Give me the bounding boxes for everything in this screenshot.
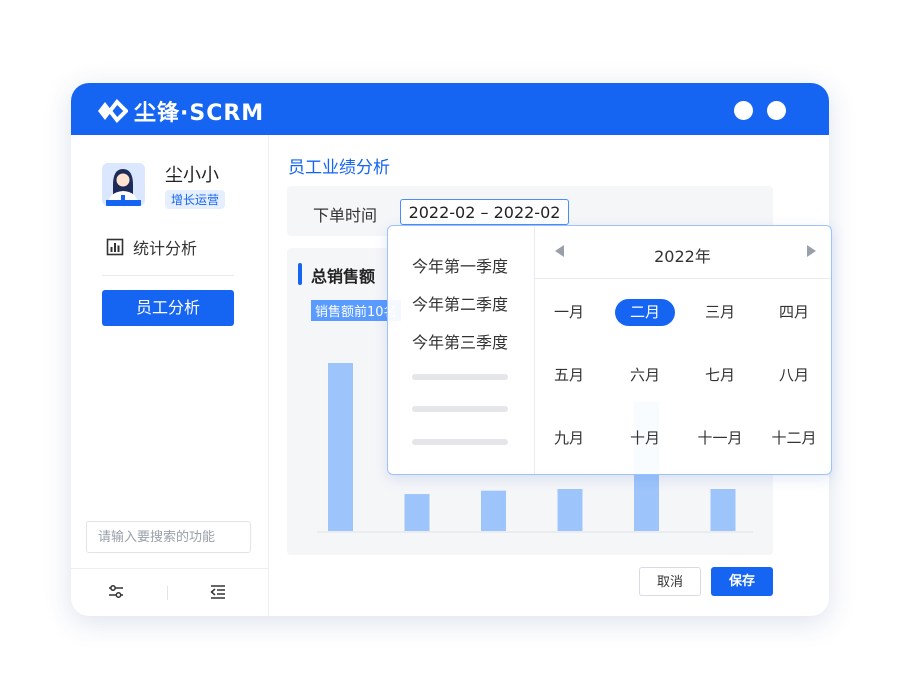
month-option-4[interactable]: 四月 [764,299,824,326]
chart-bar-2[interactable] [404,494,430,531]
chart-bar-6[interactable] [710,489,736,531]
month-option-9[interactable]: 九月 [539,425,599,452]
order-time-label: 下单时间 [313,206,378,225]
chart-bar-1[interactable] [328,363,353,531]
month-option-2[interactable]: 二月 [615,299,675,326]
sidebar-item-stats-label: 统计分析 [133,239,198,258]
top-header: 尘锋·SCRM [71,83,829,135]
quick-option-q3[interactable]: 今年第三季度 [412,329,508,353]
cancel-button[interactable]: 取消 [639,567,701,596]
sidebar-bottom-bar [71,568,268,616]
avatar[interactable] [102,163,145,206]
month-option-5[interactable]: 五月 [539,362,599,389]
quick-option-placeholder [412,374,508,380]
window-dot-button-1[interactable] [734,101,753,120]
chart-bar-3[interactable] [481,490,506,531]
next-year-icon[interactable] [807,245,816,257]
bar-chart-icon [106,238,124,256]
quick-option-q1[interactable]: 今年第一季度 [412,253,508,277]
month-option-3[interactable]: 三月 [690,299,750,326]
bottom-bar-separator [167,586,168,600]
quick-option-placeholder [412,406,508,412]
month-picker-popup: 今年第一季度 今年第二季度 今年第三季度 2022年 一月 二月 三月 四月五月 六月七… [387,225,832,475]
quick-option-placeholder [412,439,508,445]
quick-select-column: 今年第一季度 今年第二季度 今年第三季度 [388,226,535,474]
quick-option-q2[interactable]: 今年第二季度 [412,291,508,315]
nav-divider [102,275,234,276]
year-label: 2022年 [654,247,711,266]
role-badge: 增长运营 [165,190,226,209]
month-option-1[interactable]: 一月 [539,299,599,326]
logo-mark-icon [98,98,128,124]
month-option-12[interactable]: 十二月 [764,425,824,452]
month-option-11[interactable]: 十一月 [690,425,750,452]
month-option-10[interactable]: 十月 [615,425,675,452]
sidebar-item-employee-analysis[interactable]: 员工分析 [102,290,234,326]
page-title: 员工业绩分析 [288,158,390,178]
month-option-8[interactable]: 八月 [764,362,824,389]
brand-logo: 尘锋·SCRM [96,95,264,127]
user-name: 尘小小 [165,165,219,186]
chart-bar-4[interactable] [557,489,583,531]
logo-text: 尘锋·SCRM [134,101,265,126]
year-header: 2022年 [534,226,831,279]
save-button[interactable]: 保存 [711,567,773,596]
sidebar-item-stats[interactable]: 统计分析 [106,235,197,259]
month-option-7[interactable]: 七月 [690,362,750,389]
window-dot-button-2[interactable] [767,101,786,120]
month-option-6[interactable]: 六月 [615,362,675,389]
search-input[interactable]: 请输入要搜索的功能 [86,521,251,553]
date-range-input[interactable]: 2022-02 – 2022-02 [400,199,569,225]
sidebar: 尘小小 增长运营 统计分析 员工分析 请输入要搜索的功能 [71,135,269,616]
settings-sliders-icon[interactable] [108,584,124,600]
collapse-menu-icon[interactable] [210,584,226,600]
